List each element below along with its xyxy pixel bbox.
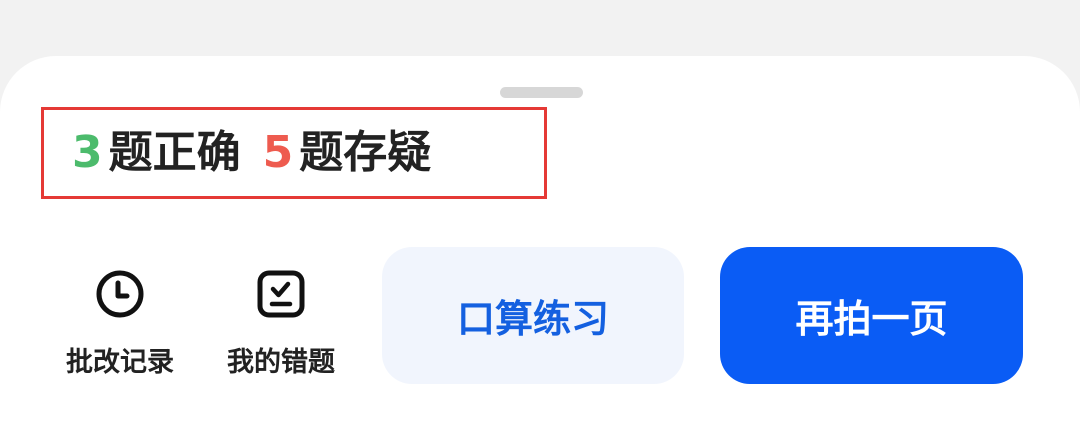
correct-count: 3 (72, 127, 103, 178)
clock-icon (96, 270, 144, 318)
mistakes-button[interactable]: 我的错题 (216, 268, 346, 379)
result-summary: 3 题正确 5 题存疑 (41, 107, 547, 199)
retake-button[interactable]: 再拍一页 (720, 247, 1023, 384)
checklist-icon (257, 270, 305, 318)
doubt-count: 5 (262, 127, 294, 178)
drag-handle[interactable] (500, 87, 583, 98)
history-label: 批改记录 (66, 347, 174, 378)
bottom-sheet: 3 题正确 5 题存疑 批改记录 我的错题 口算练习 再拍一页 (0, 56, 1080, 440)
mistakes-label: 我的错题 (227, 347, 335, 378)
correct-label: 题正确 (108, 127, 241, 178)
history-button[interactable]: 批改记录 (55, 268, 185, 379)
practice-button[interactable]: 口算练习 (382, 247, 684, 384)
doubt-label: 题存疑 (299, 127, 432, 178)
